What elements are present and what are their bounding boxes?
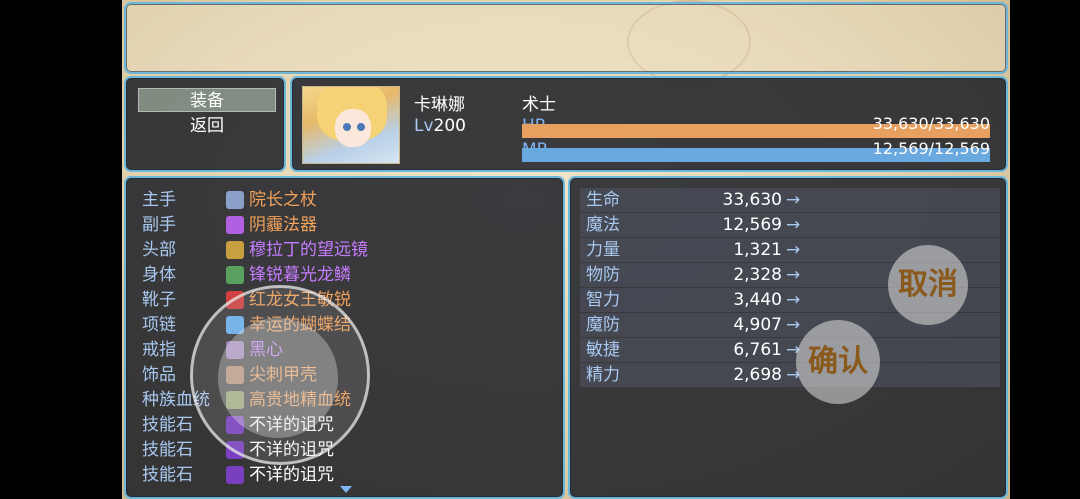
parameter-row: 精力 2,698 → xyxy=(580,363,1000,387)
confirm-touch-button[interactable]: 确认 xyxy=(796,320,880,404)
parameter-name: 敏捷 xyxy=(586,340,620,360)
slot-name: 饰品 xyxy=(142,365,176,385)
parameter-value: 12,569 xyxy=(722,215,782,235)
scroll-down-icon[interactable] xyxy=(340,486,352,493)
slot-name: 技能石 xyxy=(142,415,193,435)
equipment-slot-row[interactable]: 身体 锋锐暮光龙鳞 xyxy=(142,263,562,288)
armor-icon xyxy=(226,266,244,284)
equipment-slot-row[interactable]: 技能石 不详的诅咒 xyxy=(142,463,562,488)
slot-item-name: 不详的诅咒 xyxy=(249,465,334,485)
parameter-name: 精力 xyxy=(586,365,620,385)
equipment-slot-row[interactable]: 副手 阴霾法器 xyxy=(142,213,562,238)
parameter-name: 物防 xyxy=(586,265,620,285)
mp-value: 12,569/12,569 xyxy=(872,139,990,158)
hp-value: 33,630/33,630 xyxy=(872,114,990,133)
goggles-icon xyxy=(226,241,244,259)
command-window: 装备 返回 xyxy=(124,76,286,172)
slot-name: 靴子 xyxy=(142,290,176,310)
help-window xyxy=(124,2,1008,74)
slot-name: 技能石 xyxy=(142,440,193,460)
back-command[interactable]: 返回 xyxy=(138,114,276,138)
slot-name: 项链 xyxy=(142,315,176,335)
slot-item-name: 锋锐暮光龙鳞 xyxy=(249,265,351,285)
parameter-name: 魔法 xyxy=(586,215,620,235)
equipment-slot-row[interactable]: 主手 院长之杖 xyxy=(142,188,562,213)
parameter-value: 4,907 xyxy=(733,315,782,335)
equipment-slot-row[interactable]: 靴子 红龙女王敏锐 xyxy=(142,288,562,313)
orb-icon xyxy=(226,216,244,234)
actor-portrait xyxy=(302,86,400,164)
parameter-row: 魔法 12,569 → xyxy=(580,213,1000,237)
cancel-touch-button[interactable]: 取消 xyxy=(888,245,968,325)
staff-icon xyxy=(226,191,244,209)
parameter-value: 6,761 xyxy=(733,340,782,360)
actor-status-window: 卡琳娜 Lv200 术士 HP 33,630/33,630 MP 12,569/… xyxy=(290,76,1008,172)
parameter-value: 1,321 xyxy=(733,240,782,260)
right-arrow-icon: → xyxy=(786,215,801,235)
actor-name: 卡琳娜 xyxy=(414,95,465,115)
actor-class: 术士 xyxy=(522,95,556,115)
right-arrow-icon: → xyxy=(786,290,801,310)
parameter-name: 智力 xyxy=(586,290,620,310)
parameter-window: 生命 33,630 → 魔法 12,569 → 力量 1,321 → 物防 2,328 → 智力 3,44… xyxy=(568,176,1008,499)
equip-command[interactable]: 装备 xyxy=(138,88,276,112)
slot-name: 戒指 xyxy=(142,340,176,360)
right-arrow-icon: → xyxy=(786,315,801,335)
slot-name: 主手 xyxy=(142,190,176,210)
parameter-value: 33,630 xyxy=(722,190,782,210)
slot-name: 副手 xyxy=(142,215,176,235)
parameter-name: 力量 xyxy=(586,240,620,260)
slot-name: 头部 xyxy=(142,240,176,260)
parameter-name: 魔防 xyxy=(586,315,620,335)
level-value: 200 xyxy=(433,116,466,136)
slot-item-name: 穆拉丁的望远镜 xyxy=(249,240,368,260)
slot-name: 身体 xyxy=(142,265,176,285)
equipment-slot-row[interactable]: 技能石 不详的诅咒 xyxy=(142,438,562,463)
parameter-value: 2,328 xyxy=(733,265,782,285)
virtual-joystick-knob[interactable] xyxy=(218,318,338,438)
right-arrow-icon: → xyxy=(786,240,801,260)
equipment-slot-row[interactable]: 头部 穆拉丁的望远镜 xyxy=(142,238,562,263)
slot-item-name: 阴霾法器 xyxy=(249,215,317,235)
parameter-value: 3,440 xyxy=(733,290,782,310)
parameter-row: 敏捷 6,761 → xyxy=(580,338,1000,362)
curse-gem-icon xyxy=(226,466,244,484)
parameter-row: 生命 33,630 → xyxy=(580,188,1000,212)
right-arrow-icon: → xyxy=(786,190,801,210)
parameter-name: 生命 xyxy=(586,190,620,210)
level-label: Lv xyxy=(414,116,434,136)
actor-level: Lv200 xyxy=(414,116,466,136)
parameter-value: 2,698 xyxy=(733,365,782,385)
slot-name: 技能石 xyxy=(142,465,193,485)
right-arrow-icon: → xyxy=(786,265,801,285)
slot-item-name: 院长之杖 xyxy=(249,190,317,210)
